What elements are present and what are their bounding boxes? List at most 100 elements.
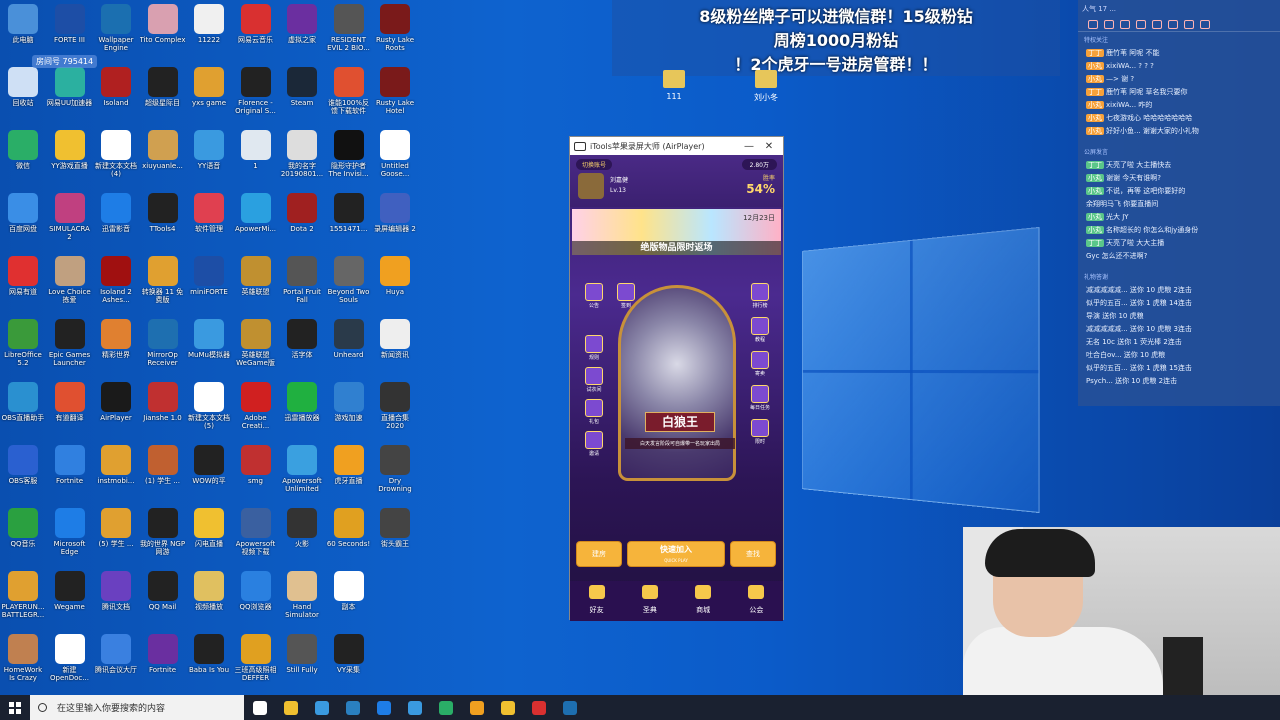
desktop-icon[interactable]: Rusty Lake Hotel (372, 65, 418, 127)
desktop-icon[interactable]: Tito Complex (140, 2, 186, 64)
desktop-icon[interactable]: MuMu模拟器 (186, 317, 232, 379)
desktop-icon[interactable]: 腾讯会议大厅 (93, 632, 139, 694)
desktop-icon[interactable]: Rusty Lake Roots (372, 2, 418, 64)
desktop-icon[interactable]: Fortnite (140, 632, 186, 694)
taskbar-app[interactable] (275, 695, 306, 720)
desktop-icon[interactable]: Apowersoft Unlimited (279, 443, 325, 505)
desktop-icon[interactable]: 我的名字 20190801... (279, 128, 325, 190)
desktop-icon[interactable]: 副本 (326, 569, 372, 631)
desktop-icon[interactable]: OBS客服 (0, 443, 46, 505)
side-button-right[interactable]: 限时 (748, 419, 772, 445)
desktop-icon[interactable]: Portal Fruit Fall (279, 254, 325, 316)
desktop-icon[interactable]: 1 (233, 128, 279, 190)
desktop-icon[interactable]: 有道翻译 (47, 380, 93, 442)
desktop-icon[interactable]: 火影 (279, 506, 325, 568)
desktop-icon[interactable]: RESIDENT EVIL 2 BIO... (326, 2, 372, 64)
desktop-icon[interactable]: 60 Seconds! (326, 506, 372, 568)
find-room-button[interactable]: 查找 (730, 541, 776, 567)
desktop-icon[interactable]: Epic Games Launcher (47, 317, 93, 379)
desktop-icon[interactable]: 虎牙直播 (326, 443, 372, 505)
desktop-icon[interactable]: 回收站 (0, 65, 46, 127)
desktop-icon[interactable]: Huya (372, 254, 418, 316)
desktop-icon[interactable]: 街头霸王 (372, 506, 418, 568)
desktop-icon[interactable]: Isoland (93, 65, 139, 127)
taskbar-app[interactable] (554, 695, 585, 720)
avatar[interactable] (578, 173, 604, 199)
desktop-icon[interactable]: instmobi... (93, 443, 139, 505)
desktop-icon[interactable]: 迅雷播放器 (279, 380, 325, 442)
desktop-icon[interactable]: Microsoft Edge (47, 506, 93, 568)
game-nav-item[interactable]: 公会 (730, 581, 783, 621)
chat-tool-icon[interactable] (1120, 20, 1130, 29)
side-button-right[interactable]: 教程 (748, 317, 772, 343)
game-nav-item[interactable]: 商城 (677, 581, 730, 621)
desktop-icon[interactable]: QQ浏览器 (233, 569, 279, 631)
side-button-left[interactable]: 礼包 (582, 399, 606, 425)
event-banner[interactable]: 12月23日 绝版物品限时返场 (572, 209, 781, 255)
desktop-icon[interactable]: 英雄联盟 WeGame版 (233, 317, 279, 379)
desktop-icon[interactable]: HomeWork Is Crazy (0, 632, 46, 694)
desktop-icon[interactable]: 虚拟之家 (279, 2, 325, 64)
chat-tool-icon[interactable] (1152, 20, 1162, 29)
desktop-folder-liu[interactable]: 刘小冬 (746, 70, 786, 103)
game-nav-item[interactable]: 圣典 (623, 581, 676, 621)
desktop-icon[interactable]: 录屏编辑器 2 (372, 191, 418, 253)
desktop-icon[interactable]: Wegame (47, 569, 93, 631)
desktop-icon[interactable]: 网易有道 (0, 254, 46, 316)
desktop-icon[interactable]: 新建文本文档 (5) (186, 380, 232, 442)
desktop-icon[interactable]: xiuyuanle... (140, 128, 186, 190)
side-button-left[interactable]: 试衣间 (582, 367, 606, 393)
desktop-icon[interactable]: PLAYERUN... BATTLEGR... (0, 569, 46, 631)
chat-tool-icon[interactable] (1088, 20, 1098, 29)
desktop-icon[interactable]: OBS直播助手 (0, 380, 46, 442)
desktop-icon[interactable]: 新闻资讯 (372, 317, 418, 379)
desktop-icon[interactable]: QQ音乐 (0, 506, 46, 568)
taskbar-search[interactable]: 在这里输入你要搜索的内容 (30, 695, 244, 720)
desktop-icon[interactable]: (5) 学生 ... (93, 506, 139, 568)
desktop-icon[interactable]: Beyond Two Souls (326, 254, 372, 316)
desktop-icon[interactable]: Wallpaper Engine (93, 2, 139, 64)
taskbar-app[interactable] (337, 695, 368, 720)
taskbar-app[interactable] (399, 695, 430, 720)
desktop-icon[interactable]: 11222 (186, 2, 232, 64)
desktop-icon[interactable]: 三班高级照相 DEFFER (233, 632, 279, 694)
window-titlebar[interactable]: iTools苹果录屏大师 (AirPlayer) — ✕ (570, 137, 783, 155)
role-card[interactable]: 白狼王 白天发言阶段可自爆带一名玩家出局 (618, 285, 736, 481)
desktop-icon[interactable]: yxs game (186, 65, 232, 127)
desktop-icon[interactable]: Florence - Original S... (233, 65, 279, 127)
game-nav-item[interactable]: 好友 (570, 581, 623, 621)
desktop-icon[interactable]: MirrorOp Receiver (140, 317, 186, 379)
chat-tool-icon[interactable] (1200, 20, 1210, 29)
taskbar-app[interactable] (430, 695, 461, 720)
desktop-icon[interactable]: Jianshe 1.0 (140, 380, 186, 442)
desktop-icon[interactable]: Adobe Creati... (233, 380, 279, 442)
side-button-left[interactable]: 规则 (582, 335, 606, 361)
diamond-balance[interactable]: 2.80万 (741, 159, 777, 170)
desktop-icon[interactable]: LibreOffice 5.2 (0, 317, 46, 379)
taskbar-app[interactable] (523, 695, 554, 720)
desktop-icon[interactable]: 转换器 11 免费版 (140, 254, 186, 316)
chat-tool-icon[interactable] (1136, 20, 1146, 29)
desktop-icon[interactable]: Dry Drowning (372, 443, 418, 505)
desktop-icon[interactable]: 活字体 (279, 317, 325, 379)
desktop-icon[interactable]: 迅雷影音 (93, 191, 139, 253)
switch-account-button[interactable]: 切换账号 (576, 159, 613, 170)
taskbar-app[interactable] (306, 695, 337, 720)
desktop-icon[interactable]: Dota 2 (279, 191, 325, 253)
side-button-right[interactable]: 寄卖 (748, 351, 772, 377)
desktop-icon[interactable]: SIMULACRA 2 (47, 191, 93, 253)
desktop-icon[interactable]: 视频播放 (186, 569, 232, 631)
desktop-icon[interactable]: Steam (279, 65, 325, 127)
desktop-icon[interactable]: 网易云音乐 (233, 2, 279, 64)
desktop-icon[interactable]: 隐形守护者 The Invisi... (326, 128, 372, 190)
desktop-icon[interactable]: Baba Is You (186, 632, 232, 694)
desktop-icon[interactable]: 新建 OpenDoc... (47, 632, 93, 694)
desktop-icon[interactable]: 软件管理 (186, 191, 232, 253)
start-button[interactable] (0, 695, 30, 720)
side-button-left[interactable]: 邀请 (582, 431, 606, 457)
desktop-icon[interactable]: VY采集 (326, 632, 372, 694)
desktop-icon[interactable]: YY语音 (186, 128, 232, 190)
desktop-icon[interactable]: 我的世界 NGP网游 (140, 506, 186, 568)
side-button-left[interactable]: 签到 (614, 283, 638, 309)
desktop-icon[interactable]: TTools4 (140, 191, 186, 253)
